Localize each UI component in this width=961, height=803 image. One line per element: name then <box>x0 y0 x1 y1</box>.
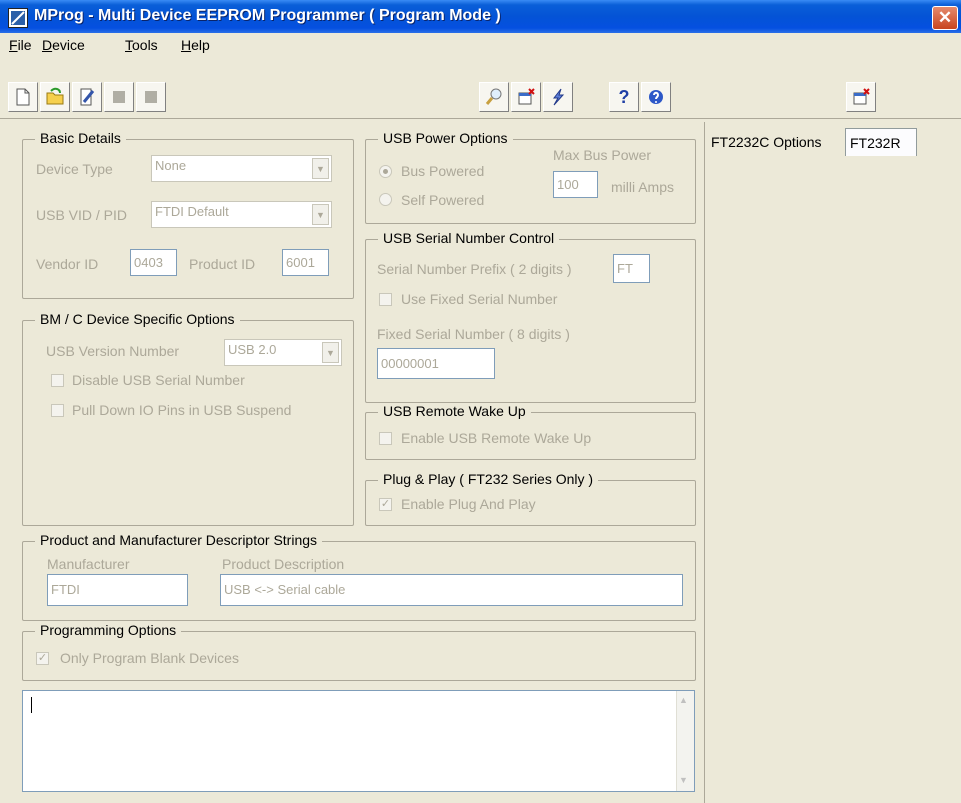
only-blank-checkbox[interactable]: ✓ <box>36 652 49 665</box>
tab-ft2232c-options[interactable]: FT2232C Options <box>707 128 844 156</box>
menu-file[interactable]: File <box>9 37 32 53</box>
fixed-serial-label: Fixed Serial Number ( 8 digits ) <box>377 326 570 342</box>
self-powered-radio[interactable] <box>379 193 392 206</box>
remote-wakeup-checkbox[interactable] <box>379 432 392 445</box>
programming-options-title: Programming Options <box>35 622 182 638</box>
serial-prefix-input[interactable]: FT <box>613 254 650 283</box>
new-file-icon <box>16 88 30 106</box>
use-fixed-serial-checkbox[interactable] <box>379 293 392 306</box>
plug-play-checkbox[interactable]: ✓ <box>379 498 392 511</box>
power-options-title: USB Power Options <box>378 130 513 146</box>
bus-powered-radio[interactable] <box>379 165 392 178</box>
manufacturer-label: Manufacturer <box>47 556 130 572</box>
disable-serial-label: Disable USB Serial Number <box>72 372 245 388</box>
open-button[interactable] <box>40 82 70 112</box>
scroll-up-icon: ▲ <box>679 695 688 705</box>
lightning-icon <box>552 88 565 106</box>
menu-device[interactable]: Device <box>42 37 85 53</box>
help-icon: ? <box>618 86 630 107</box>
manufacturer-input[interactable]: FTDI <box>47 574 188 606</box>
self-powered-label: Self Powered <box>401 192 485 208</box>
vendor-id-label: Vendor ID <box>36 256 99 272</box>
basic-details-title: Basic Details <box>35 130 126 146</box>
title-bar[interactable]: MProg - Multi Device EEPROM Programmer (… <box>0 0 961 33</box>
app-icon <box>8 8 28 28</box>
close-device-button[interactable] <box>846 82 876 112</box>
product-id-input[interactable]: 6001 <box>282 249 329 276</box>
vid-pid-value: FTDI Default <box>155 204 229 219</box>
plug-play-title: Plug & Play ( FT232 Series Only ) <box>378 471 599 487</box>
vid-pid-label: USB VID / PID <box>36 207 128 223</box>
descriptor-strings-title: Product and Manufacturer Descriptor Stri… <box>35 532 323 548</box>
log-scrollbar[interactable]: ▲ ▼ <box>676 691 694 791</box>
disabled-button-1[interactable] <box>104 82 134 112</box>
remote-wakeup-label: Enable USB Remote Wake Up <box>401 430 592 446</box>
search-button[interactable] <box>479 82 509 112</box>
usb-version-label: USB Version Number <box>46 343 180 359</box>
product-description-input[interactable]: USB <-> Serial cable <box>220 574 683 606</box>
remote-wakeup-title: USB Remote Wake Up <box>378 403 531 419</box>
close-button[interactable]: ✕ <box>932 6 958 30</box>
edit-button[interactable] <box>72 82 102 112</box>
only-blank-label: Only Program Blank Devices <box>60 650 239 666</box>
tab-ft232r[interactable]: FT232R <box>845 128 917 156</box>
close-window-icon <box>853 88 870 105</box>
milli-amps-label: milli Amps <box>611 179 675 195</box>
use-fixed-serial-label: Use Fixed Serial Number <box>401 291 558 307</box>
window-title: MProg - Multi Device EEPROM Programmer (… <box>34 7 501 24</box>
disable-serial-checkbox[interactable] <box>51 374 64 387</box>
usb-version-value: USB 2.0 <box>228 342 277 357</box>
vendor-id-input[interactable]: 0403 <box>130 249 177 276</box>
open-folder-icon <box>46 87 64 105</box>
disabled-button-2[interactable] <box>136 82 166 112</box>
chevron-down-icon: ▼ <box>322 342 339 363</box>
vid-pid-select[interactable]: FTDI Default ▼ <box>151 201 332 228</box>
bus-powered-label: Bus Powered <box>401 163 485 179</box>
search-icon <box>485 88 502 105</box>
menu-help[interactable]: Help <box>181 37 210 53</box>
chevron-down-icon: ▼ <box>312 204 329 225</box>
scroll-down-icon: ▼ <box>679 775 688 785</box>
max-bus-power-label: Max Bus Power <box>553 147 652 163</box>
device-type-select[interactable]: None ▼ <box>151 155 332 182</box>
menu-bar: File Device Tools Help <box>0 33 961 74</box>
product-description-label: Product Description <box>222 556 345 572</box>
device-type-label: Device Type <box>36 161 113 177</box>
log-textarea[interactable]: ▲ ▼ <box>22 690 695 792</box>
pull-down-checkbox[interactable] <box>51 404 64 417</box>
plug-play-label: Enable Plug And Play <box>401 496 536 512</box>
close-window-icon <box>518 88 535 105</box>
text-caret <box>31 697 32 713</box>
info-icon <box>649 90 663 104</box>
bm-options-title: BM / C Device Specific Options <box>35 311 240 327</box>
fixed-serial-input[interactable]: 00000001 <box>377 348 495 379</box>
product-id-label: Product ID <box>189 256 256 272</box>
new-button[interactable] <box>8 82 38 112</box>
max-bus-power-input[interactable]: 100 <box>553 171 598 198</box>
disabled-icon <box>145 91 157 103</box>
options-panel <box>704 122 961 803</box>
chevron-down-icon: ▼ <box>312 158 329 179</box>
erase-button[interactable] <box>511 82 541 112</box>
serial-control-title: USB Serial Number Control <box>378 230 560 246</box>
device-type-value: None <box>155 158 187 173</box>
menu-tools[interactable]: Tools <box>125 37 158 53</box>
serial-prefix-label: Serial Number Prefix ( 2 digits ) <box>377 261 572 277</box>
usb-version-select[interactable]: USB 2.0 ▼ <box>224 339 342 366</box>
disabled-icon <box>113 91 125 103</box>
help-button[interactable]: ? <box>609 82 639 112</box>
pull-down-label: Pull Down IO Pins in USB Suspend <box>72 402 292 418</box>
program-button[interactable] <box>543 82 573 112</box>
edit-icon <box>80 88 95 106</box>
info-button[interactable] <box>641 82 671 112</box>
